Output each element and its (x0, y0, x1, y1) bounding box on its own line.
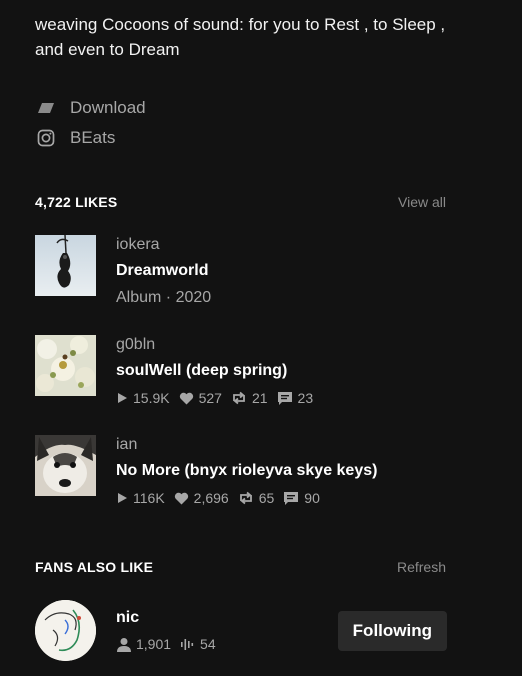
view-all-link[interactable]: View all (398, 194, 446, 210)
comment-icon (277, 391, 292, 405)
fan-stats: 1,901 54 (116, 636, 225, 652)
plays-count: 15.9K (133, 390, 170, 406)
item-stats: 15.9K 527 21 23 (116, 389, 456, 407)
likes-stat: 2,696 (174, 490, 229, 506)
likes-count: 527 (198, 390, 222, 406)
item-stats: 116K 2,696 65 90 (116, 489, 456, 507)
reposts-stat: 65 (238, 490, 275, 506)
item-artist[interactable]: g0bln (116, 335, 456, 355)
cover-art-image[interactable] (35, 235, 96, 296)
reposts-count: 65 (258, 490, 275, 506)
heart-icon (179, 392, 193, 404)
item-subtitle: Album · 2020 (116, 289, 212, 306)
repost-icon (239, 491, 252, 505)
link-download[interactable]: Download (35, 96, 146, 120)
user-icon (117, 637, 131, 652)
link-download-label: Download (70, 98, 146, 117)
fan-item[interactable]: nic 1,901 54 Following (35, 600, 447, 662)
instagram-icon (35, 127, 57, 149)
comments-count: 90 (304, 490, 320, 506)
reposts-stat: 21 (231, 390, 268, 406)
link-instagram[interactable]: BEats (35, 126, 115, 150)
cover-art-image[interactable] (35, 435, 96, 496)
plays-stat: 116K (116, 490, 165, 506)
comments-stat: 23 (277, 390, 314, 406)
heart-icon (174, 492, 188, 504)
likes-count: 2,696 (193, 490, 229, 506)
plays-count: 116K (133, 490, 165, 506)
avatar[interactable] (35, 600, 96, 661)
fan-name[interactable]: nic (116, 609, 139, 627)
likes-header: 4,722 LIKES View all (35, 192, 446, 212)
item-title[interactable]: soulWell (deep spring) (116, 361, 456, 381)
item-title[interactable]: No More (bnyx rioleyva skye keys) (116, 461, 456, 481)
tracks-count: 54 (200, 636, 216, 652)
profile-bio: weaving Cocoons of sound: for you to Res… (35, 15, 446, 59)
liked-item[interactable]: ian No More (bnyx rioleyva skye keys) 11… (35, 435, 456, 506)
reposts-count: 21 (251, 390, 268, 406)
fans-header: FANS ALSO LIKE Refresh (35, 557, 446, 577)
likes-title: 4,722 LIKES (35, 194, 118, 210)
followers-count: 1,901 (136, 636, 172, 652)
tracks-stat: 54 (180, 636, 216, 652)
liked-item[interactable]: g0bln soulWell (deep spring) 15.9K 527 2… (35, 335, 456, 406)
followers-stat: 1,901 (116, 636, 171, 652)
item-artist[interactable]: iokera (116, 235, 456, 255)
repost-icon (233, 391, 245, 405)
plays-stat: 15.9K (116, 390, 170, 406)
refresh-link[interactable]: Refresh (397, 559, 446, 575)
waveform-icon (181, 638, 194, 650)
comment-icon (284, 491, 299, 505)
comments-stat: 90 (283, 490, 320, 506)
link-tag-icon (35, 97, 57, 119)
comments-count: 23 (297, 390, 314, 406)
item-title[interactable]: Dreamworld (116, 261, 456, 281)
fans-title: FANS ALSO LIKE (35, 559, 154, 575)
link-instagram-label: BEats (70, 128, 116, 147)
following-button[interactable]: Following (337, 611, 447, 651)
likes-stat: 527 (179, 390, 222, 406)
liked-item[interactable]: iokera Dreamworld Album · 2020 (35, 235, 456, 306)
play-icon (118, 393, 127, 403)
item-artist[interactable]: ian (116, 435, 456, 455)
cover-art-image[interactable] (35, 335, 96, 396)
play-icon (118, 493, 127, 503)
